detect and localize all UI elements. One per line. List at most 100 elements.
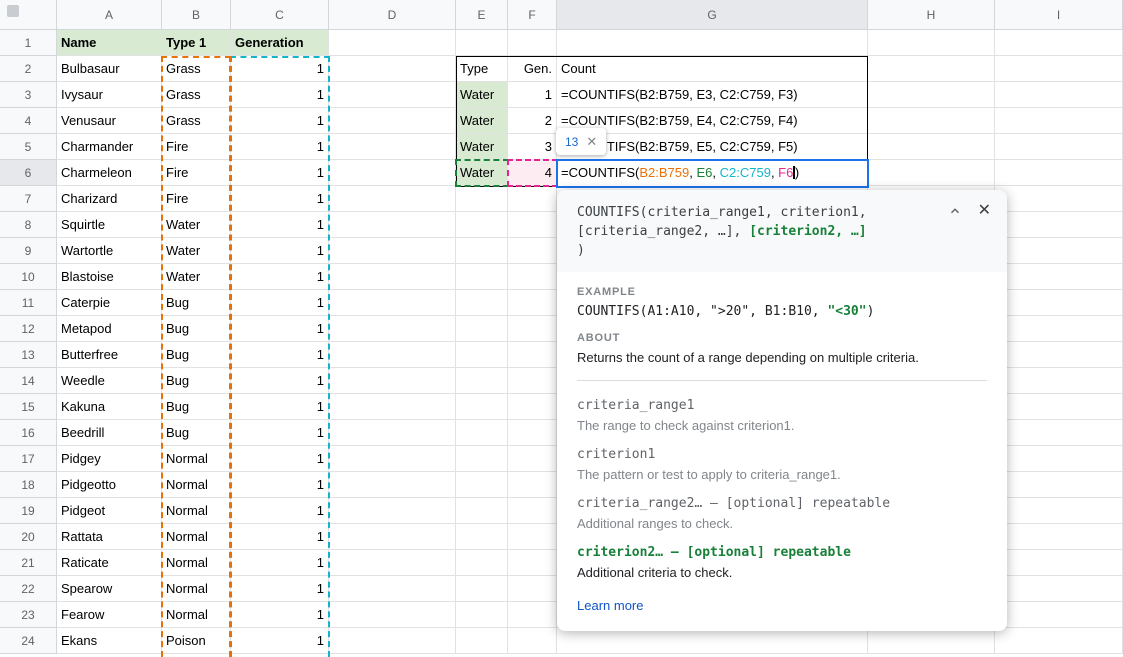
cell-C9[interactable]: 1 [231,238,329,264]
column-header-B[interactable]: B [162,0,231,30]
cell-A15[interactable]: Kakuna [57,394,162,420]
cell-H24[interactable] [868,628,995,654]
cell-F1[interactable] [508,30,557,56]
cell-F5[interactable]: 3 [508,134,557,160]
cell-D15[interactable] [329,394,456,420]
cell-B23[interactable]: Normal [162,602,231,628]
cell-E18[interactable] [456,472,508,498]
cell-C23[interactable]: 1 [231,602,329,628]
row-header-7[interactable]: 7 [0,186,57,212]
row-header-5[interactable]: 5 [0,134,57,160]
cell-F10[interactable] [508,264,557,290]
cell-E15[interactable] [456,394,508,420]
close-icon[interactable]: ✕ [978,203,991,219]
cell-A19[interactable]: Pidgeot [57,498,162,524]
row-header-16[interactable]: 16 [0,420,57,446]
cell-A11[interactable]: Caterpie [57,290,162,316]
row-header-10[interactable]: 10 [0,264,57,290]
cell-C16[interactable]: 1 [231,420,329,446]
cell-A24[interactable]: Ekans [57,628,162,654]
cell-F8[interactable] [508,212,557,238]
cell-D24[interactable] [329,628,456,654]
cell-D6[interactable] [329,160,456,186]
cell-E24[interactable] [456,628,508,654]
cell-D10[interactable] [329,264,456,290]
row-header-11[interactable]: 11 [0,290,57,316]
row-header-12[interactable]: 12 [0,316,57,342]
cell-B13[interactable]: Bug [162,342,231,368]
cell-E14[interactable] [456,368,508,394]
cell-D1[interactable] [329,30,456,56]
cell-C1[interactable]: Generation [231,30,329,56]
cell-I20[interactable] [995,524,1123,550]
cell-E17[interactable] [456,446,508,472]
cell-C5[interactable]: 1 [231,134,329,160]
column-header-C[interactable]: C [231,0,329,30]
row-header-15[interactable]: 15 [0,394,57,420]
cell-I23[interactable] [995,602,1123,628]
cell-F11[interactable] [508,290,557,316]
cell-E9[interactable] [456,238,508,264]
cell-C22[interactable]: 1 [231,576,329,602]
cell-I13[interactable] [995,342,1123,368]
cell-B17[interactable]: Normal [162,446,231,472]
cell-G24[interactable] [557,628,868,654]
cell-E21[interactable] [456,550,508,576]
cell-I17[interactable] [995,446,1123,472]
cell-D8[interactable] [329,212,456,238]
cell-B5[interactable]: Fire [162,134,231,160]
cell-D19[interactable] [329,498,456,524]
cell-C12[interactable]: 1 [231,316,329,342]
cell-F14[interactable] [508,368,557,394]
cell-D20[interactable] [329,524,456,550]
cell-A16[interactable]: Beedrill [57,420,162,446]
cell-D2[interactable] [329,56,456,82]
cell-G2[interactable]: Count [557,56,868,82]
cell-C11[interactable]: 1 [231,290,329,316]
select-all-corner[interactable] [0,0,57,30]
cell-C18[interactable]: 1 [231,472,329,498]
cell-B20[interactable]: Normal [162,524,231,550]
cell-B22[interactable]: Normal [162,576,231,602]
cell-C10[interactable]: 1 [231,264,329,290]
cell-A1[interactable]: Name [57,30,162,56]
cell-F19[interactable] [508,498,557,524]
cell-F23[interactable] [508,602,557,628]
row-header-3[interactable]: 3 [0,82,57,108]
cell-C8[interactable]: 1 [231,212,329,238]
column-header-F[interactable]: F [508,0,557,30]
row-header-4[interactable]: 4 [0,108,57,134]
row-header-14[interactable]: 14 [0,368,57,394]
cell-I9[interactable] [995,238,1123,264]
cell-I24[interactable] [995,628,1123,654]
cell-E10[interactable] [456,264,508,290]
cell-A23[interactable]: Fearow [57,602,162,628]
cell-C13[interactable]: 1 [231,342,329,368]
cell-F20[interactable] [508,524,557,550]
cell-C14[interactable]: 1 [231,368,329,394]
cell-A3[interactable]: Ivysaur [57,82,162,108]
cell-C20[interactable]: 1 [231,524,329,550]
cell-D22[interactable] [329,576,456,602]
cell-C19[interactable]: 1 [231,498,329,524]
cell-D3[interactable] [329,82,456,108]
learn-more-link[interactable]: Learn more [577,598,643,613]
cell-D13[interactable] [329,342,456,368]
cell-D5[interactable] [329,134,456,160]
cell-I19[interactable] [995,498,1123,524]
cell-D23[interactable] [329,602,456,628]
cell-I8[interactable] [995,212,1123,238]
cell-E6[interactable]: Water [456,160,508,186]
cell-A18[interactable]: Pidgeotto [57,472,162,498]
row-header-9[interactable]: 9 [0,238,57,264]
cell-A5[interactable]: Charmander [57,134,162,160]
cell-F7[interactable] [508,186,557,212]
cell-E23[interactable] [456,602,508,628]
cell-A2[interactable]: Bulbasaur [57,56,162,82]
cell-C6[interactable]: 1 [231,160,329,186]
column-header-E[interactable]: E [456,0,508,30]
cell-F24[interactable] [508,628,557,654]
cell-A4[interactable]: Venusaur [57,108,162,134]
cell-B11[interactable]: Bug [162,290,231,316]
cell-B2[interactable]: Grass [162,56,231,82]
